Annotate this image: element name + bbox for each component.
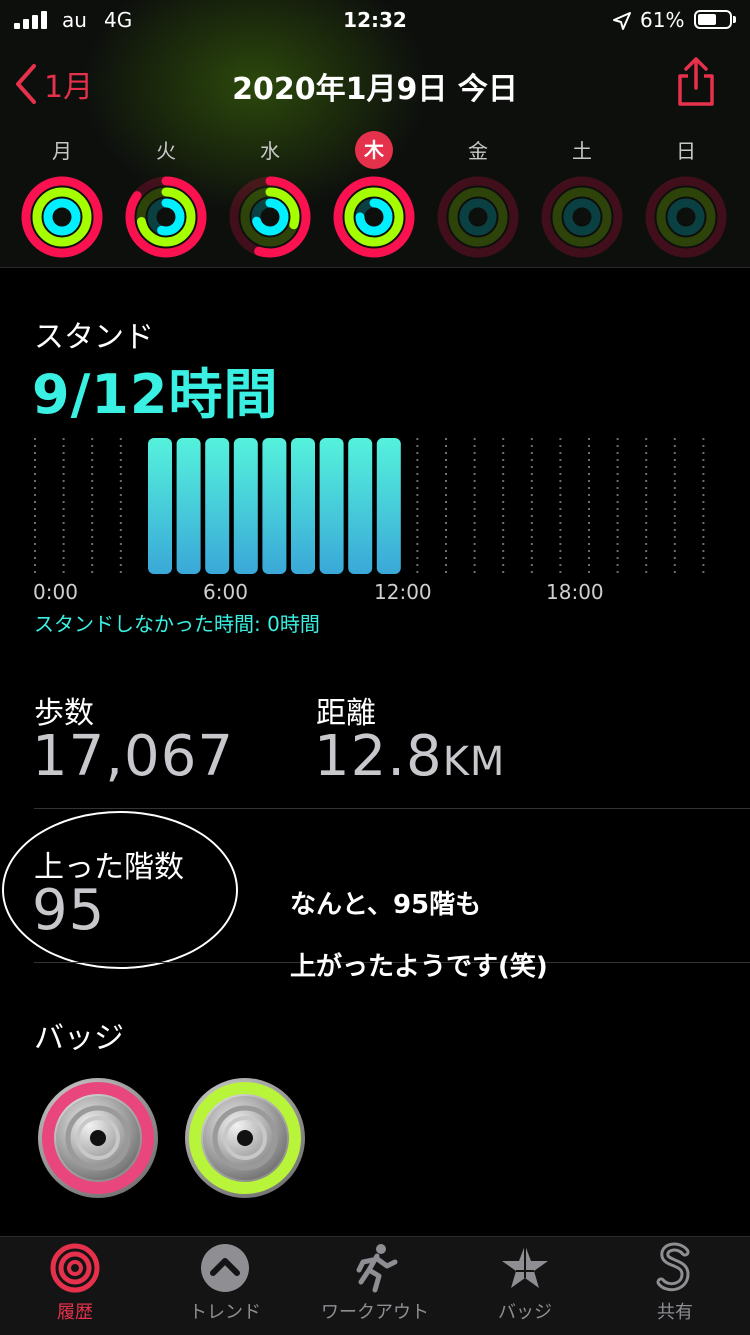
no-stand-text: スタンドしなかった時間: 0時間 [34, 612, 320, 636]
distance-unit: KM [442, 739, 506, 785]
status-time: 12:32 [343, 8, 407, 32]
stand-bar [348, 438, 373, 574]
activity-rings-icon[interactable] [228, 175, 312, 259]
running-icon [356, 1244, 398, 1293]
distance-number: 12.8 [314, 724, 443, 789]
metrics-divider [34, 808, 750, 809]
day-label[interactable]: 金 [458, 136, 498, 166]
day-label[interactable]: 火 [146, 136, 186, 166]
tab-label: 共有 [657, 1302, 693, 1323]
stand-chart [34, 438, 705, 574]
activity-rings-icon[interactable] [124, 175, 208, 259]
stand-bar [148, 438, 172, 574]
axis-label-12: 12:00 [374, 580, 432, 604]
axis-label-0: 0:00 [33, 580, 78, 604]
battery-percent: 61% [640, 8, 685, 32]
axis-label-6: 6:00 [203, 580, 248, 604]
stand-bar [262, 438, 287, 574]
annotation-line-1: なんと、95階も [290, 890, 482, 920]
tab-trends[interactable]: トレンド [150, 1242, 300, 1324]
activity-rings-icon[interactable] [644, 175, 728, 259]
location-icon [613, 12, 631, 30]
annotation-line-2: 上がったようです(笑) [290, 952, 548, 982]
day-label[interactable]: 日 [666, 136, 706, 166]
share-s-icon [656, 1242, 690, 1292]
trend-icon [201, 1244, 249, 1292]
tab-workouts[interactable]: ワークアウト [300, 1242, 450, 1324]
stand-bar [291, 438, 315, 574]
activity-rings-icon[interactable] [436, 175, 520, 259]
steps-value: 17,067 [32, 724, 234, 789]
tab-sharing[interactable]: 共有 [600, 1242, 750, 1324]
stand-bar [205, 438, 230, 574]
medal-badge-icon[interactable] [183, 1076, 307, 1200]
tab-label: 履歴 [57, 1302, 93, 1323]
tab-badges[interactable]: バッジ [450, 1242, 600, 1324]
day-label[interactable]: 木 [355, 131, 393, 169]
header-divider [0, 267, 750, 268]
battery-tip [733, 16, 736, 23]
stand-bar [233, 438, 258, 574]
medal-badge-icon[interactable] [36, 1076, 160, 1200]
stand-ring-progress [43, 198, 81, 236]
share-button[interactable] [674, 56, 718, 108]
stand-ring-track [563, 198, 601, 236]
stand-bar [319, 438, 344, 574]
tab-history[interactable]: 履歴 [0, 1242, 150, 1324]
day-label[interactable]: 月 [42, 136, 82, 166]
annotation-ellipse [2, 811, 238, 969]
stand-ring-track [667, 198, 705, 236]
day-label[interactable]: 水 [250, 136, 290, 166]
tab-label: ワークアウト [321, 1302, 429, 1323]
axis-label-18: 18:00 [546, 580, 604, 604]
activity-rings-icon[interactable] [332, 175, 416, 259]
stand-ring-track [459, 198, 497, 236]
tab-label: バッジ [498, 1302, 552, 1323]
distance-value: 12.8KM [314, 724, 505, 789]
day-label[interactable]: 土 [562, 136, 602, 166]
star-badge-icon [502, 1245, 548, 1288]
activity-rings-icon[interactable] [20, 175, 104, 259]
battery-icon [694, 10, 732, 29]
badges-label: バッジ [34, 1021, 124, 1056]
activity-rings-icon[interactable] [540, 175, 624, 259]
stand-value: 9/12時間 [32, 363, 279, 426]
stand-bar [376, 438, 401, 574]
rings-icon [50, 1243, 100, 1293]
share-icon [678, 57, 714, 106]
tab-label: トレンド [189, 1302, 261, 1323]
page-title: 2020年1月9日 今日 [232, 72, 518, 107]
stand-bar [176, 438, 201, 574]
